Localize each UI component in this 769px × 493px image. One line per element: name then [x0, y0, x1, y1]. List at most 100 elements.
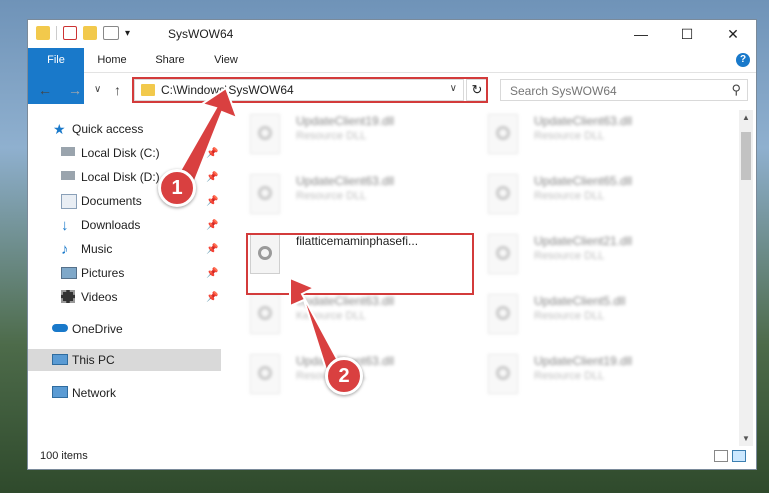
title-bar: ▾ SysWOW64 — ☐ ✕	[28, 20, 756, 48]
sidebar-item-this-pc[interactable]: This PC	[28, 349, 221, 371]
pin-icon[interactable]: 📌	[206, 244, 218, 255]
tab-home[interactable]: Home	[88, 48, 136, 72]
vertical-scrollbar[interactable]: ▲ ▼	[739, 110, 753, 446]
toolbar-divider	[56, 26, 57, 40]
maximize-button[interactable]: ☐	[664, 20, 710, 48]
gear-icon	[496, 126, 510, 140]
recent-locations-button[interactable]: ∨	[94, 84, 101, 95]
list-item[interactable]: UpdateClient63.dll Resource DLL	[466, 108, 696, 164]
music-icon: ♪	[61, 240, 69, 258]
file-explorer-window: ▾ SysWOW64 — ☐ ✕ File Home Share View ? …	[27, 19, 757, 470]
list-item[interactable]: UpdateClient19.dll Resource DLL	[466, 348, 696, 404]
cloud-icon	[52, 324, 68, 332]
file-name: UpdateClient21.dll	[534, 234, 633, 248]
sidebar-item-label: Local Disk (C:)	[81, 146, 160, 160]
close-button[interactable]: ✕	[710, 20, 756, 48]
gear-icon	[496, 186, 510, 200]
file-name: UpdateClient63.dll	[296, 294, 395, 308]
view-toggle	[714, 450, 746, 462]
download-icon: ↓	[61, 216, 69, 234]
tab-share[interactable]: Share	[146, 48, 194, 72]
star-icon: ★	[53, 120, 66, 137]
sidebar-item-videos[interactable]: Videos 📌	[28, 286, 221, 308]
list-item[interactable]: UpdateClient63.dll Kesource DLL	[228, 288, 458, 344]
sidebar-item-label: Music	[81, 242, 113, 256]
file-type: Resource DLL	[534, 130, 605, 142]
file-name: UpdateClient63.dll	[534, 114, 633, 128]
search-box[interactable]: ⚲	[500, 79, 748, 102]
search-icon: ⚲	[731, 82, 741, 97]
sidebar-item-label: Videos	[81, 290, 118, 304]
file-type: Kesource DLL	[296, 310, 366, 322]
sidebar-item-onedrive[interactable]: OneDrive	[28, 318, 221, 340]
sidebar-item-local-disk-c[interactable]: Local Disk (C:) 📌	[28, 142, 221, 164]
gear-icon	[496, 306, 510, 320]
gear-icon	[258, 126, 272, 140]
scroll-down-icon[interactable]: ▼	[742, 434, 750, 443]
tab-view[interactable]: View	[204, 48, 248, 72]
file-type: Resource DLL	[534, 250, 605, 262]
new-folder-icon[interactable]	[83, 26, 97, 40]
pin-icon[interactable]: 📌	[206, 268, 218, 279]
minimize-button[interactable]: —	[618, 20, 664, 48]
sidebar-item-label: Downloads	[81, 218, 141, 232]
sidebar-item-quick-access[interactable]: ★ Quick access	[28, 118, 221, 140]
file-name: UpdateClient19.dll	[534, 354, 633, 368]
list-item[interactable]: UpdateClient21.dll Resource DLL	[466, 228, 696, 284]
file-name: UpdateClient5.dll	[534, 294, 626, 308]
sidebar-item-downloads[interactable]: ↓ Downloads 📌	[28, 214, 221, 236]
gear-icon	[258, 366, 272, 380]
sidebar-item-pictures[interactable]: Pictures 📌	[28, 262, 221, 284]
file-name: UpdateClient63.dll	[296, 174, 395, 188]
forward-button[interactable]: →	[68, 82, 82, 98]
file-name: UpdateClient19.dll	[296, 114, 395, 128]
address-row: ← → ∨ ↑ C:\Windows\SysWOW64 ∨ ↻ ⚲	[28, 73, 756, 107]
list-item[interactable]: UpdateClient19.dll Resource DLL	[228, 108, 458, 164]
details-view-icon[interactable]	[714, 450, 728, 462]
pin-icon[interactable]: 📌	[206, 148, 218, 159]
pin-icon[interactable]: 📌	[206, 172, 218, 183]
properties-icon[interactable]	[63, 26, 77, 40]
network-icon	[52, 386, 68, 398]
up-button[interactable]: ↑	[114, 82, 121, 98]
file-type: Resource DLL	[296, 190, 367, 202]
search-input[interactable]	[501, 80, 722, 102]
scrollbar-thumb[interactable]	[741, 132, 751, 180]
sidebar-item-label: Local Disk (D:)	[81, 170, 160, 184]
gear-icon	[258, 306, 272, 320]
pin-icon[interactable]: 📌	[206, 220, 218, 231]
pictures-icon	[61, 267, 77, 279]
ribbon-tabs: File Home Share View ?	[28, 48, 756, 104]
gear-icon	[258, 186, 272, 200]
pc-icon	[52, 354, 68, 365]
file-type: Resource DLL	[534, 370, 605, 382]
scroll-up-icon[interactable]: ▲	[742, 113, 750, 122]
toolbar-dropdown-icon[interactable]: ▾	[125, 28, 130, 39]
folder-icon	[36, 26, 50, 40]
quick-access-toolbar: ▾	[36, 26, 130, 40]
sidebar-item-label: Documents	[81, 194, 142, 208]
drive-icon	[61, 171, 75, 180]
list-item[interactable]: UpdateClient65.dll Resource DLL	[466, 168, 696, 224]
pin-icon[interactable]: 📌	[206, 292, 218, 303]
file-type: Resource DLL	[296, 130, 367, 142]
list-item[interactable]: UpdateClient63.dll Resource DLL	[228, 168, 458, 224]
window-title: SysWOW64	[168, 27, 234, 41]
sidebar-item-label: Quick access	[72, 122, 144, 136]
navigation-pane: ★ Quick access Local Disk (C:) 📌 Local D…	[28, 116, 221, 446]
file-highlight-box	[246, 233, 474, 295]
customize-toolbar-icon[interactable]	[103, 26, 119, 40]
back-button[interactable]: ←	[38, 82, 52, 98]
step-2-badge: 2	[325, 357, 363, 395]
tiles-view-icon[interactable]	[732, 450, 746, 462]
drive-icon	[61, 147, 75, 156]
file-type: Resource DLL	[534, 190, 605, 202]
videos-icon	[61, 290, 75, 303]
pin-icon[interactable]: 📌	[206, 196, 218, 207]
list-item[interactable]: UpdateClient5.dll Resource DLL	[466, 288, 696, 344]
file-name: UpdateClient65.dll	[534, 174, 633, 188]
sidebar-item-network[interactable]: Network	[28, 382, 221, 404]
sidebar-item-music[interactable]: ♪ Music 📌	[28, 238, 221, 260]
help-button[interactable]: ?	[736, 53, 750, 67]
step-1-badge: 1	[158, 169, 196, 207]
